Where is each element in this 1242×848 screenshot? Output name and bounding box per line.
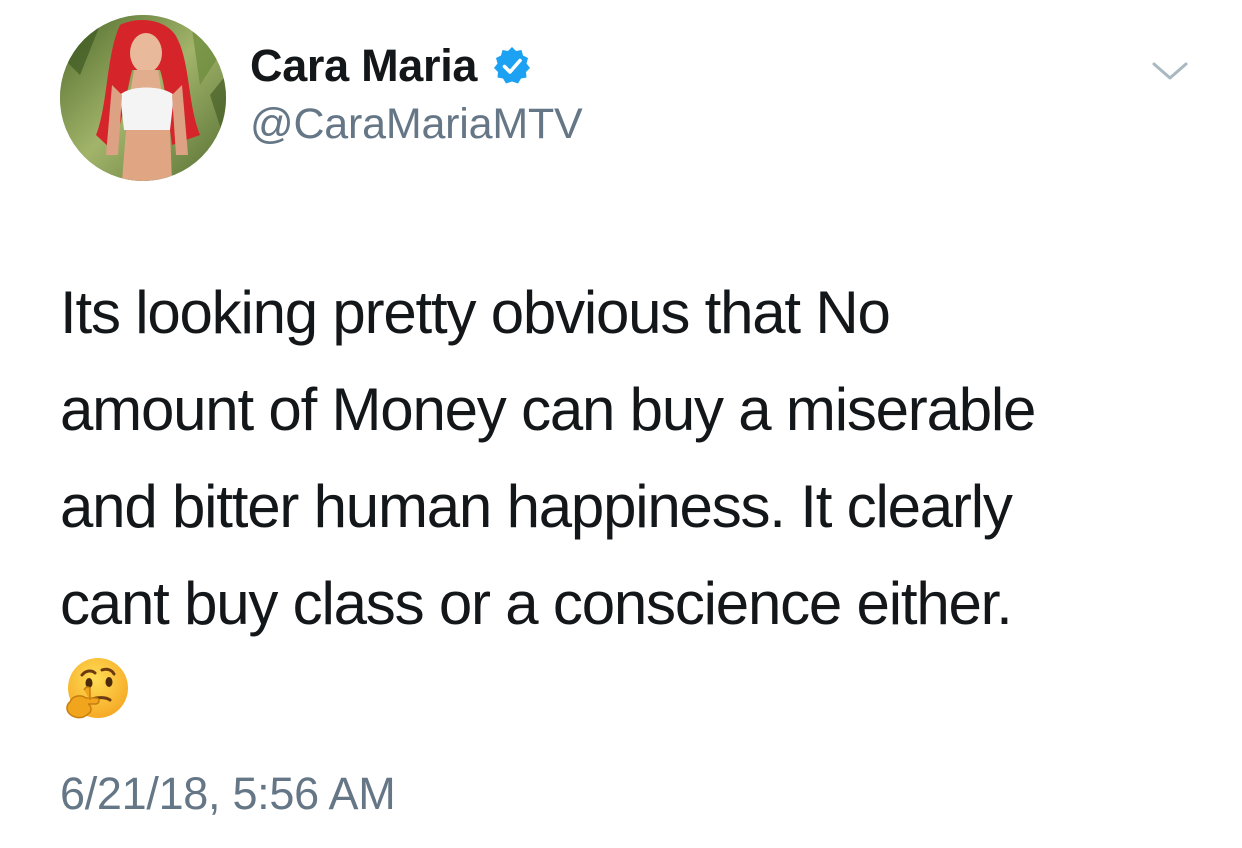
tweet-text-line: Its looking pretty obvious that No bbox=[60, 279, 891, 346]
avatar-photo-icon bbox=[60, 15, 226, 181]
verified-badge-icon bbox=[491, 45, 533, 87]
display-name[interactable]: Cara Maria bbox=[250, 36, 477, 96]
tweet-text-line: amount of Money can buy a miserable bbox=[60, 376, 1036, 443]
tweet-card: Cara Maria @CaraMariaMTV Its looking pre… bbox=[0, 0, 1242, 848]
tweet-text: Its looking pretty obvious that No amoun… bbox=[60, 264, 1200, 652]
tweet-text-line: and bitter human happiness. It clearly bbox=[60, 473, 1013, 540]
chevron-down-icon bbox=[1152, 62, 1188, 80]
tweet-timestamp[interactable]: 6/21/18, 5:56 AM bbox=[60, 764, 396, 824]
tweet-text-line: cant buy class or a conscience either. bbox=[60, 570, 1013, 637]
tweet-menu-button[interactable] bbox=[1150, 56, 1190, 86]
user-handle[interactable]: @CaraMariaMTV bbox=[250, 96, 583, 152]
thinking-face-icon bbox=[62, 656, 130, 724]
author-name-row: Cara Maria bbox=[250, 36, 533, 96]
avatar[interactable] bbox=[60, 15, 226, 181]
